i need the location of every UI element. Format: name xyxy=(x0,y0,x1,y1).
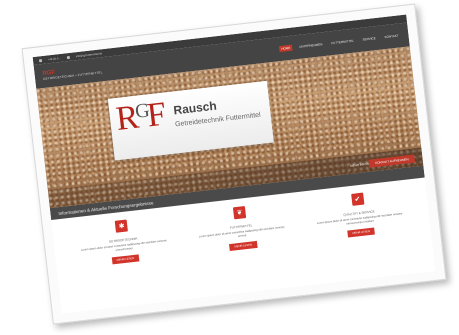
read-more-button[interactable]: MEHR LESEN xyxy=(111,254,140,265)
mail-icon xyxy=(66,55,71,59)
website-screenshot: +49 (0) 5… info@rgf-futtermittel.de RGF … xyxy=(32,14,436,314)
nav-item-home[interactable]: HOME xyxy=(279,44,293,53)
logo-title: Rausch xyxy=(172,98,218,118)
topbar-phone[interactable]: +49 (0) 5… xyxy=(48,56,61,60)
feature-card: ✔ QUALITÄT & SERVICE Lorem ipsum dolor s… xyxy=(311,188,407,241)
phone-icon xyxy=(38,58,43,62)
read-more-button[interactable]: MEHR LESEN xyxy=(229,240,258,252)
nav-item-futtermittel[interactable]: FUTTERMITTEL xyxy=(329,37,356,46)
nav-item-service[interactable]: SERVICE xyxy=(360,35,378,43)
tilted-page-print: +49 (0) 5… info@rgf-futtermittel.de RGF … xyxy=(21,3,447,325)
feature-card: ✱ GETREIDETECHNIK Lorem ipsum dolor sit … xyxy=(75,215,171,268)
gear-icon: ✱ xyxy=(114,219,129,233)
paper-frame: +49 (0) 5… info@rgf-futtermittel.de RGF … xyxy=(21,3,447,325)
nav-item-kontakt[interactable]: KONTAKT xyxy=(382,32,401,40)
brand[interactable]: RGF GETREIDETECHNIK • FUTTERMITTEL xyxy=(42,64,102,81)
feature-card: ❦ FUTTERMITTEL Lorem ipsum dolor sit ame… xyxy=(193,202,289,255)
checkmark-icon: ✔ xyxy=(350,192,365,206)
logo-letter-f: F xyxy=(145,95,166,135)
nav-item-unternehmen[interactable]: UNTERNEHMEN xyxy=(297,41,325,50)
company-logo-card: RGF Rausch Getreidetechnik Futtermittel xyxy=(107,80,274,161)
leaf-icon: ❦ xyxy=(232,206,247,220)
read-more-button[interactable]: MEHR LESEN xyxy=(347,227,376,238)
logo-monogram: RGF xyxy=(114,95,166,138)
